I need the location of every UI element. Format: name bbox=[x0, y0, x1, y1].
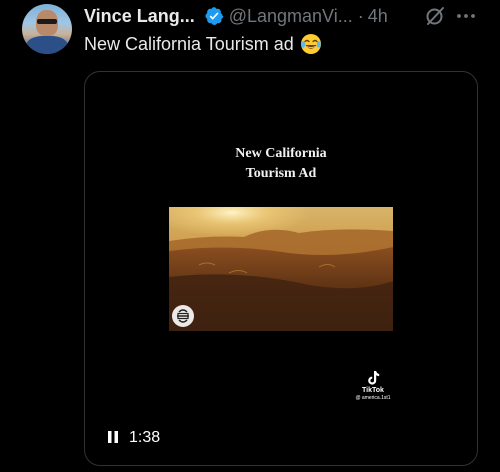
avatar-shirt bbox=[26, 36, 68, 54]
network-logo-icon bbox=[171, 304, 195, 328]
tweet-text: New California Tourism ad bbox=[84, 33, 294, 54]
face-with-tears-of-joy-icon bbox=[300, 33, 322, 55]
author-handle[interactable]: @LangmanVi... bbox=[229, 6, 353, 27]
tweet-text-row: New California Tourism ad bbox=[84, 33, 322, 55]
separator-dot: · bbox=[357, 5, 364, 26]
tweet-timestamp[interactable]: 4h bbox=[368, 6, 388, 27]
grok-icon[interactable] bbox=[425, 6, 445, 26]
tiktok-icon bbox=[366, 370, 380, 386]
author-name[interactable]: Vince Lang... bbox=[84, 6, 195, 27]
video-duration: 1:38 bbox=[129, 429, 161, 446]
video-player[interactable]: New California Tourism Ad TikTok @ ameri… bbox=[84, 71, 478, 466]
more-icon[interactable] bbox=[455, 6, 477, 26]
video-title-line-1: New California bbox=[235, 146, 327, 161]
tweet-header: Vince Lang... @LangmanVi... · 4h bbox=[84, 4, 484, 28]
verified-badge-icon[interactable] bbox=[204, 6, 224, 26]
tiktok-username: @ america.1st1 bbox=[355, 395, 391, 401]
video-title-line-2: Tourism Ad bbox=[245, 166, 317, 181]
pause-icon[interactable] bbox=[107, 430, 119, 444]
author-avatar[interactable] bbox=[22, 4, 72, 54]
video-title-overlay: New California Tourism Ad bbox=[85, 144, 477, 184]
tiktok-label: TikTok bbox=[362, 387, 384, 394]
avatar-sunglasses bbox=[37, 19, 57, 24]
video-frame-landscape bbox=[169, 207, 393, 331]
tiktok-watermark: TikTok @ america.1st1 bbox=[343, 370, 403, 402]
